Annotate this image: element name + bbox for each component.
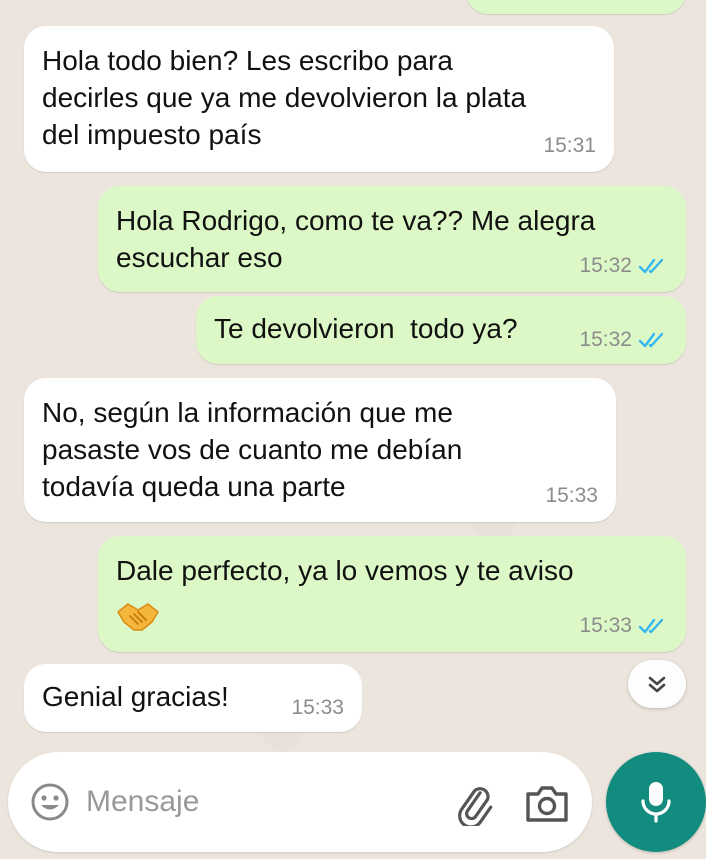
message-time: 15:33	[545, 484, 598, 507]
message-text: Hola Rodrigo, como te va?? Me alegra esc…	[116, 205, 596, 273]
emoji-icon[interactable]	[30, 782, 70, 822]
mic-button[interactable]	[606, 752, 706, 852]
message-meta: 15:32	[579, 328, 668, 352]
message-meta: 15:33	[291, 696, 344, 720]
message-text: Te devolvieron todo ya?	[214, 313, 518, 344]
double-chevron-down-icon	[648, 676, 666, 693]
message-time: 15:31	[543, 134, 596, 157]
message-text: Dale perfecto, ya lo vemos y te aviso	[116, 555, 574, 586]
camera-icon[interactable]	[524, 782, 570, 824]
message-bubble-partial[interactable]	[466, 0, 686, 14]
read-ticks-icon	[638, 618, 664, 634]
attach-icon[interactable]	[452, 782, 496, 826]
message-bubble-incoming[interactable]: Hola todo bien? Les escribo para decirle…	[24, 26, 614, 172]
message-composer	[8, 752, 592, 852]
message-time: 15:32	[579, 254, 632, 277]
message-bubble-incoming[interactable]: Genial gracias! 15:33	[24, 664, 362, 732]
message-meta: 15:33	[579, 614, 668, 638]
message-time: 15:32	[579, 328, 632, 351]
read-ticks-icon	[638, 258, 664, 274]
message-bubble-incoming[interactable]: No, según la información que me pasaste …	[24, 378, 616, 522]
message-time: 15:33	[291, 696, 344, 719]
scroll-to-bottom-button[interactable]	[628, 660, 686, 708]
read-ticks-icon	[638, 332, 664, 348]
message-input[interactable]	[86, 780, 426, 824]
message-bubble-outgoing[interactable]: Te devolvieron todo ya? 15:32	[196, 296, 686, 364]
message-meta: 15:33	[545, 484, 598, 508]
message-meta: 15:32	[579, 254, 668, 278]
message-time: 15:33	[579, 614, 632, 637]
message-bubble-outgoing[interactable]: Hola Rodrigo, como te va?? Me alegra esc…	[98, 186, 686, 292]
mic-icon	[641, 782, 671, 823]
handshake-emoji	[117, 603, 159, 631]
message-text: Hola todo bien? Les escribo para decirle…	[42, 45, 527, 150]
message-text: Genial gracias!	[42, 681, 229, 712]
message-meta: 15:31	[543, 134, 596, 158]
message-text: No, según la información que me pasaste …	[42, 397, 463, 502]
message-bubble-outgoing[interactable]: Dale perfecto, ya lo vemos y te aviso 15…	[98, 536, 686, 652]
